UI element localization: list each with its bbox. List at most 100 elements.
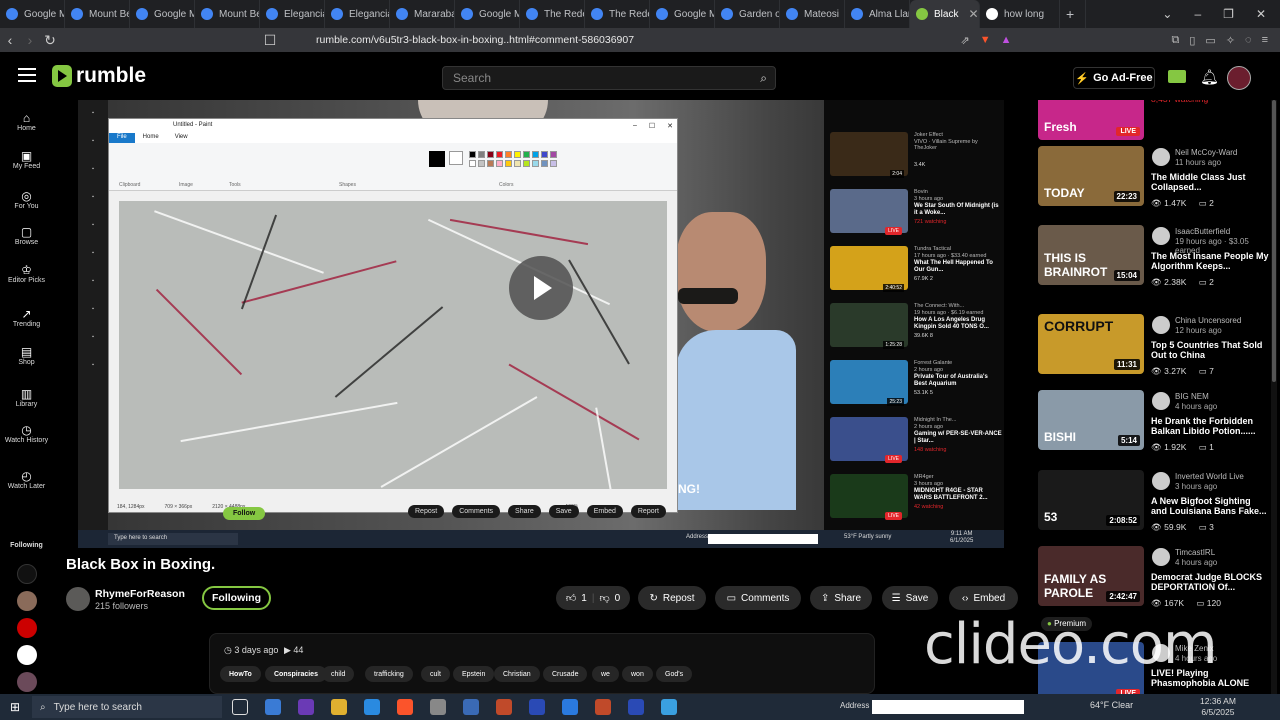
tag-chip[interactable]: trafficking [365, 666, 413, 682]
paint-color-swatch[interactable] [532, 160, 539, 167]
recommended-channel-name[interactable]: BIG NEM [1175, 392, 1209, 401]
vpn-icon[interactable]: ◌ [1245, 34, 1252, 47]
paint-ribbon-tab[interactable]: File [109, 133, 135, 143]
thumbs-down-icon[interactable]: 👎︎ [599, 592, 609, 604]
share-button[interactable]: ⇪ Share [810, 586, 872, 610]
search-input[interactable] [443, 67, 743, 89]
paint-color-swatch[interactable] [514, 151, 521, 158]
recommended-title[interactable]: A New Bigfoot Sighting and Louisiana Ban… [1151, 496, 1269, 516]
leo-icon[interactable]: ✧ [1226, 34, 1235, 47]
reload-icon[interactable]: ↻ [40, 32, 60, 49]
app-icon[interactable] [298, 699, 314, 715]
embed-button[interactable]: ‹› Embed [949, 586, 1018, 610]
notifications-bell-icon[interactable]: 🔔︎ [1200, 68, 1219, 86]
recommended-channel-name[interactable]: IsaacButterfield [1175, 227, 1230, 236]
sidebar-item[interactable]: ▤ Shop [0, 346, 53, 367]
paint-color-swatch[interactable] [523, 151, 530, 158]
paint-color-swatch[interactable] [505, 160, 512, 167]
browser-tab[interactable]: Elegancia [260, 0, 325, 28]
paint-color-swatch[interactable] [550, 151, 557, 158]
go-ad-free-button[interactable]: ⚡ Go Ad-Free [1073, 67, 1155, 89]
paint-color-swatch[interactable] [505, 151, 512, 158]
browser-tab[interactable]: Mount Be [65, 0, 130, 28]
followed-channel-avatar[interactable] [17, 618, 37, 638]
url-field[interactable]: rumble.com/v6u5tr3-black-box-in-boxing..… [316, 34, 634, 46]
taskbar-address-box[interactable] [872, 700, 1024, 714]
play-icon[interactable] [509, 256, 573, 320]
recommended-channel-avatar[interactable] [1152, 548, 1170, 566]
sidebar-item[interactable]: ◴ Watch Later [0, 470, 53, 491]
taskbar-weather[interactable]: 64°F Clear [1090, 700, 1133, 710]
browser-tab[interactable]: Elegancia [325, 0, 390, 28]
chevron-down-icon[interactable]: ⌄ [1162, 7, 1172, 21]
paint-ribbon-tab[interactable]: View [167, 133, 196, 143]
app-icon[interactable] [496, 699, 512, 715]
followed-channel-avatar[interactable] [17, 591, 37, 611]
app-icon[interactable] [562, 699, 578, 715]
browser-tab[interactable]: Alma Llan [845, 0, 910, 28]
recommended-title[interactable]: Top 5 Countries That Sold Out to China [1151, 340, 1269, 360]
rumble-logo[interactable]: rumble [52, 64, 146, 88]
browser-tab[interactable]: Garden o [715, 0, 780, 28]
bookmark-icon[interactable]: ☐ [260, 32, 280, 49]
recommended-channel-avatar[interactable] [1152, 148, 1170, 166]
brave-shield-icon[interactable]: ▼ [980, 34, 991, 47]
app-icon[interactable] [661, 699, 677, 715]
tag-chip[interactable]: Epstein [453, 666, 495, 682]
browser-tab[interactable]: Google M [0, 0, 65, 28]
sidebar-item[interactable]: ▣ My Feed [0, 150, 53, 171]
recommended-title[interactable]: He Drank the Forbidden Balkan Libido Pot… [1151, 416, 1269, 436]
recommended-thumbnail[interactable]: TODAY 22:23 [1038, 146, 1144, 206]
minimize-icon[interactable]: – [1194, 7, 1201, 21]
rewards-icon[interactable]: ▲ [1001, 34, 1012, 47]
paint-color-swatch[interactable] [541, 151, 548, 158]
tag-chip[interactable]: God's [656, 666, 693, 682]
share-icon[interactable]: ⇗ [960, 34, 969, 47]
back-icon[interactable]: ‹ [0, 32, 20, 48]
tag-chip[interactable]: Conspiracies [265, 666, 327, 682]
paint-color-swatch[interactable] [478, 151, 485, 158]
recommended-channel-name[interactable]: Neil McCoy-Ward [1175, 148, 1237, 157]
paint-canvas[interactable] [119, 201, 667, 489]
channel-name[interactable]: RhymeForReason [95, 588, 185, 600]
paint-color-swatch[interactable] [496, 151, 503, 158]
new-tab-button[interactable]: + [1060, 0, 1086, 28]
copilot-icon[interactable] [265, 699, 281, 715]
tag-chip[interactable]: Christian [494, 666, 540, 682]
following-button[interactable]: Following [202, 586, 271, 610]
scrollbar-thumb[interactable] [1272, 100, 1276, 382]
browser-tab[interactable]: Google M [130, 0, 195, 28]
upload-camera-icon[interactable] [1168, 70, 1186, 83]
sidebar-item[interactable]: ↗ Trending [0, 308, 53, 329]
recommended-thumbnail[interactable]: BISHI 5:14 [1038, 390, 1144, 450]
brave-icon[interactable] [397, 699, 413, 715]
extensions-icon[interactable]: ⧉ [1171, 34, 1179, 47]
app-icon[interactable] [430, 699, 446, 715]
recommended-thumbnail[interactable]: THIS IS BRAINROT 15:04 [1038, 225, 1144, 285]
tag-chip[interactable]: cult [421, 666, 450, 682]
paint-color-swatch[interactable] [496, 160, 503, 167]
task-view-icon[interactable] [232, 699, 248, 715]
tag-chip[interactable]: HowTo [220, 666, 261, 682]
sidebar-icon[interactable]: ▯ [1189, 34, 1195, 47]
recommended-thumbnail[interactable]: FAMILY AS PAROLE 2:42:47 [1038, 546, 1144, 606]
browser-menu-icon[interactable]: ≡ [1262, 34, 1268, 47]
page-scrollbar[interactable] [1271, 100, 1277, 694]
paint-color-swatch[interactable] [541, 160, 548, 167]
browser-tab[interactable]: Black ✕ [910, 0, 980, 28]
repost-button[interactable]: ↻ Repost [638, 586, 706, 610]
paint-color-swatch[interactable] [550, 160, 557, 167]
recommended-thumbnail[interactable]: CORRUPT 11:31 [1038, 314, 1144, 374]
recommended-title[interactable]: The Most Insane People My Algorithm Keep… [1151, 251, 1269, 271]
paint-color-swatch[interactable] [523, 160, 530, 167]
edge-icon[interactable] [364, 699, 380, 715]
sidebar-item[interactable]: ▥ Library [0, 388, 53, 409]
app-icon[interactable] [463, 699, 479, 715]
paint-ribbon-tab[interactable]: Home [135, 133, 167, 143]
close-window-icon[interactable]: ✕ [1256, 7, 1266, 21]
paint-color2-swatch[interactable] [449, 151, 463, 165]
paint-color-swatch[interactable] [487, 160, 494, 167]
recommended-title[interactable]: The Middle Class Just Collapsed... [1151, 172, 1269, 192]
thumbs-up-icon[interactable]: 👍︎ [566, 592, 576, 604]
user-avatar[interactable] [1227, 66, 1251, 90]
